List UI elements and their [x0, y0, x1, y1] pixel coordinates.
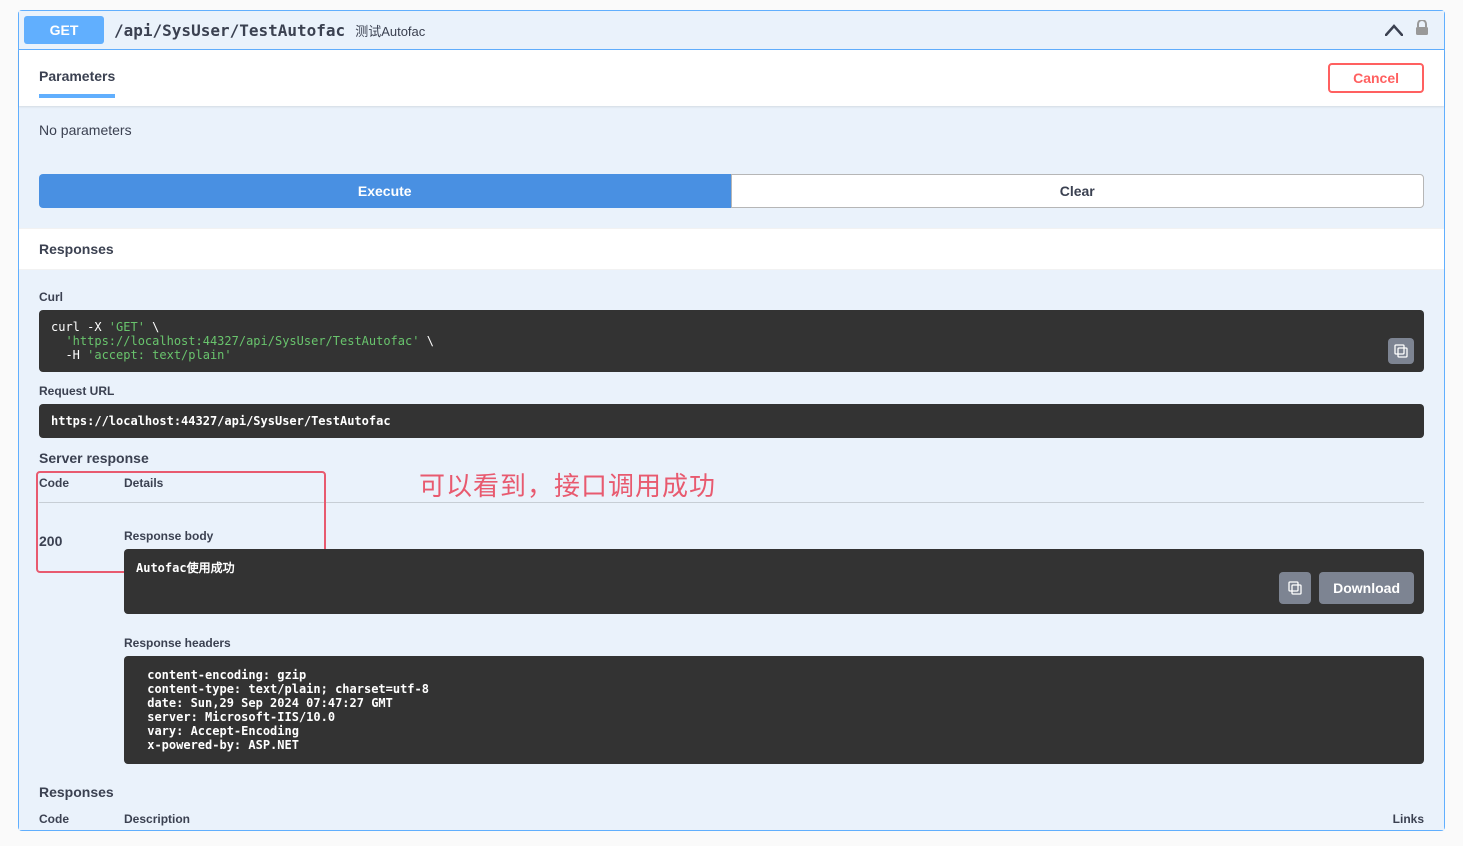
- copy-icon: [1288, 581, 1302, 595]
- curl-code-block: curl -X 'GET' \ 'https://localhost:44327…: [39, 310, 1424, 372]
- download-button[interactable]: Download: [1319, 572, 1414, 604]
- operation-block: GET /api/SysUser/TestAutofac 测试Autofac P…: [18, 10, 1445, 831]
- response-headers-label: Response headers: [124, 628, 1424, 650]
- server-response-table: Code 200 Details Response body Autofac使用…: [39, 476, 1424, 764]
- response-body-text: Autofac使用成功: [136, 559, 1412, 576]
- copy-response-button[interactable]: [1279, 572, 1311, 604]
- operation-actions: [1385, 19, 1439, 42]
- description-header: Description: [124, 812, 1364, 826]
- responses-section: Curl curl -X 'GET' \ 'https://localhost:…: [19, 270, 1444, 784]
- response-body-label: Response body: [124, 521, 1424, 543]
- lock-icon[interactable]: [1415, 20, 1429, 41]
- operation-summary[interactable]: GET /api/SysUser/TestAutofac 测试Autofac: [19, 11, 1444, 50]
- no-parameters-text: No parameters: [39, 122, 1424, 138]
- tab-parameters[interactable]: Parameters: [39, 58, 115, 98]
- operation-body: Parameters Cancel No parameters Execute …: [19, 50, 1444, 830]
- code-column-header: Code: [39, 476, 124, 503]
- http-method-badge: GET: [24, 16, 104, 44]
- details-column-header: Details: [124, 476, 1424, 503]
- request-url-block: https://localhost:44327/api/SysUser/Test…: [39, 404, 1424, 438]
- server-response-label: Server response: [39, 450, 1424, 466]
- code-header-2: Code: [39, 812, 124, 826]
- clear-button[interactable]: Clear: [731, 174, 1425, 208]
- parameters-header: Parameters Cancel: [19, 50, 1444, 106]
- operation-description: 测试Autofac: [355, 21, 425, 40]
- responses2-header: Responses: [19, 784, 1444, 812]
- responses2-table-header: Code Description Links: [19, 812, 1444, 830]
- execute-button[interactable]: Execute: [39, 174, 731, 208]
- operation-path: /api/SysUser/TestAutofac: [114, 21, 345, 40]
- cancel-button[interactable]: Cancel: [1328, 63, 1424, 93]
- request-url-label: Request URL: [39, 384, 1424, 398]
- response-headers-block: content-encoding: gzip content-type: tex…: [124, 656, 1424, 764]
- curl-label: Curl: [39, 290, 1424, 304]
- response-body-block: Autofac使用成功 Download: [124, 549, 1424, 614]
- chevron-up-icon[interactable]: [1385, 19, 1403, 42]
- parameters-body: No parameters: [19, 106, 1444, 154]
- action-buttons-row: Execute Clear: [19, 154, 1444, 228]
- links-header: Links: [1364, 812, 1424, 826]
- response-status-code: 200: [39, 521, 124, 549]
- responses-section-header: Responses: [19, 228, 1444, 270]
- copy-curl-button[interactable]: [1388, 338, 1414, 364]
